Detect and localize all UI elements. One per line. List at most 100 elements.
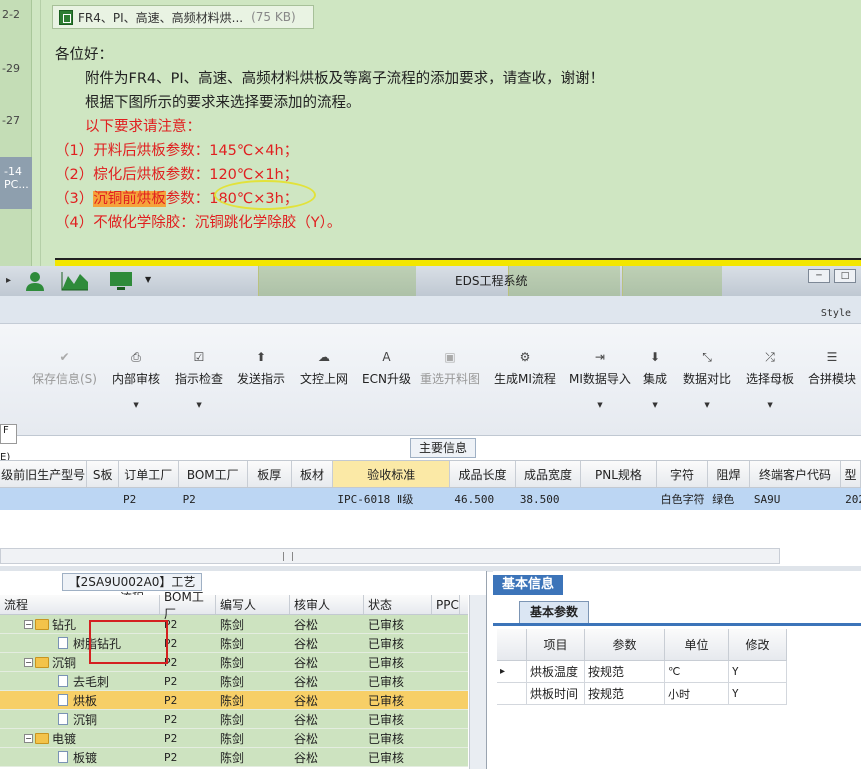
chevron-down-icon[interactable]: ▼ <box>175 401 223 409</box>
ribbon-button-shuffle[interactable]: ⤮ 选择母板 ▼ <box>746 350 794 409</box>
tree-row[interactable]: 树脂钻孔 P2 陈剑 谷松 已审核 <box>0 634 468 653</box>
tab-basic-info[interactable]: 基本信息 <box>493 575 563 595</box>
collapse-icon[interactable]: − <box>24 619 33 629</box>
ghost-column <box>622 266 722 296</box>
ribbon-button-label: 数据对比 <box>683 372 732 386</box>
column-header[interactable]: 型 <box>841 461 861 487</box>
column-header[interactable]: 流程 <box>0 595 160 614</box>
param-cell[interactable]: 按规范 <box>585 683 665 705</box>
chevron-down-icon[interactable]: ▼ <box>569 401 631 409</box>
process-tree-grid: 流程 BOM工厂 编写人 核审人 状态 PPC − 钻孔 P2 陈剑 谷松 已审核 树脂钻孔 P2 陈剑谷… <box>0 590 468 767</box>
red-box-annotation <box>89 620 168 664</box>
left-field[interactable]: F <box>0 424 17 444</box>
horizontal-scrollbar[interactable] <box>0 548 780 564</box>
column-header[interactable] <box>497 629 527 661</box>
table-cell <box>248 488 292 510</box>
tree-row[interactable]: − 钻孔 P2 陈剑 谷松 已审核 <box>0 615 468 634</box>
param-row[interactable]: 烘板时间 按规范 小时 Y <box>497 683 807 705</box>
tree-row[interactable]: − 电镀 P2 陈剑 谷松 已审核 <box>0 729 468 748</box>
tree-row[interactable]: 去毛刺 P2 陈剑 谷松 已审核 <box>0 672 468 691</box>
column-header[interactable]: 修改 <box>729 629 787 661</box>
column-header[interactable]: 终端客户代码 <box>750 461 842 487</box>
ribbon-button-ecn[interactable]: A ECN升级 <box>362 350 411 387</box>
ribbon-button-checklist[interactable]: ☑ 指示检查 ▼ <box>175 350 223 409</box>
table-cell: SA9U <box>753 492 781 506</box>
user-icon[interactable] <box>24 270 46 292</box>
column-header[interactable]: 参数 <box>585 629 665 661</box>
column-header[interactable]: PPC <box>432 595 460 614</box>
column-header[interactable]: 编写人 <box>216 595 290 614</box>
ribbon-button-upload[interactable]: ⬆ 发送指示 <box>237 350 285 387</box>
ribbon-button-download[interactable]: ⬇ 集成 ▼ <box>643 350 667 409</box>
ribbon-button-label: 发送指示 <box>237 372 286 386</box>
column-header[interactable]: 成品长度 <box>450 461 516 487</box>
column-header[interactable]: BOM工厂 <box>160 590 216 621</box>
ribbon-button-label: 选择母板 <box>746 372 795 386</box>
vertical-scrollbar[interactable] <box>469 595 486 769</box>
bom-factory-cell: P2 <box>164 617 178 631</box>
email-body: 2-2 -29 -27 -14 PC... FR4、PI、高速、高频材料烘...… <box>0 0 861 268</box>
column-header[interactable]: 字符 <box>657 461 709 487</box>
maximize-button[interactable]: □ <box>834 269 856 283</box>
tree-row[interactable]: 烘板 P2 陈剑 谷松 已审核 <box>0 691 468 710</box>
table-row[interactable]: P2 P2 IPC-6018 Ⅱ级 46.500 38.500 白色字符绿色 SA9U 202… <box>0 488 861 510</box>
chevron-down-icon[interactable]: ▼ <box>112 401 160 409</box>
tree-row[interactable]: − 沉铜 P2 陈剑 谷松 已审核 <box>0 653 468 672</box>
column-header[interactable]: 板材 <box>292 461 334 487</box>
column-header[interactable]: 状态 <box>364 595 432 614</box>
writer-cell: 陈剑 <box>220 712 245 727</box>
ribbon-button-image[interactable]: ▣ 重选开料图 <box>420 350 480 387</box>
column-header[interactable]: 项目 <box>527 629 585 661</box>
column-header[interactable]: 订单工厂 <box>119 461 179 487</box>
req3-highlight: 沉铜前烘板 <box>93 191 166 207</box>
tree-row[interactable]: 沉铜 P2 陈剑 谷松 已审核 <box>0 710 468 729</box>
attachment-chip[interactable]: FR4、PI、高速、高频材料烘... (75 KB) <box>52 5 314 29</box>
tab-basic-params[interactable]: 基本参数 <box>519 601 589 623</box>
ppc-cell <box>432 691 460 709</box>
collapse-icon[interactable]: − <box>24 733 33 743</box>
reviewer-cell: 谷松 <box>294 636 319 651</box>
column-header[interactable]: 阻焊 <box>708 461 750 487</box>
grid-header: 级前旧生产型号 S板 订单工厂 BOM工厂 板厚 板材 验收标准 成品长度 成品宽度 PNL规格字… <box>0 460 861 488</box>
collapse-icon[interactable]: − <box>24 657 33 667</box>
monitor-icon[interactable] <box>108 270 134 292</box>
chevron-down-icon[interactable]: ▼ <box>643 401 667 409</box>
tree-row[interactable]: 板镀 P2 陈剑 谷松 已审核 <box>0 748 468 767</box>
column-header[interactable]: 单位 <box>665 629 729 661</box>
writer-cell: 陈剑 <box>220 636 245 651</box>
writer-cell: 陈剑 <box>220 693 245 708</box>
chevron-down-icon[interactable]: ▼ <box>746 401 794 409</box>
minimize-button[interactable]: ─ <box>808 269 830 283</box>
bom-factory-cell: P2 <box>164 712 178 726</box>
column-header[interactable]: PNL规格 <box>581 461 657 487</box>
param-cell[interactable]: 按规范 <box>585 661 665 683</box>
column-header[interactable]: 成品宽度 <box>516 461 582 487</box>
chevron-down-icon[interactable]: ▼ <box>683 401 731 409</box>
chart-icon[interactable] <box>60 270 90 292</box>
main-info-header[interactable]: 主要信息 <box>410 438 476 458</box>
ribbon-button-import[interactable]: ⇥ MI数据导入 ▼ <box>569 350 631 409</box>
modify-cell: Y <box>729 683 787 705</box>
scroll-grip[interactable] <box>283 552 293 561</box>
style-menu[interactable]: Style <box>821 308 851 319</box>
column-header[interactable]: 板厚 <box>248 461 292 487</box>
tree-item-label: 去毛刺 <box>73 674 110 689</box>
column-header[interactable]: 验收标准 <box>333 461 451 487</box>
ribbon-button-check[interactable]: ✔ 保存信息(S) <box>32 350 97 387</box>
chevron-down-icon[interactable]: ▼ <box>145 275 167 297</box>
ribbon-button-gears[interactable]: ⚙ 生成MI流程 <box>494 350 556 387</box>
column-header[interactable]: S板 <box>87 461 120 487</box>
param-row[interactable]: ▸ 烘板温度 按规范 ℃ Y <box>497 661 807 683</box>
column-header[interactable]: 级前旧生产型号 <box>0 461 88 487</box>
grid-header: 流程 BOM工厂 编写人 核审人 状态 PPC <box>0 590 468 621</box>
column-header[interactable]: 核审人 <box>290 595 364 614</box>
ribbon-button-printer[interactable]: ⎙ 内部审核 ▼ <box>112 350 160 409</box>
row-indicator: ▸ <box>497 661 527 683</box>
ribbon-button-cloud-upload[interactable]: ☁ 文控上网 <box>300 350 348 387</box>
ppc-cell <box>432 653 460 671</box>
selected-mail-item[interactable]: -14 PC... <box>0 157 32 209</box>
column-header[interactable]: BOM工厂 <box>179 461 248 487</box>
ribbon-button-compare[interactable]: ⤡ 数据对比 ▼ <box>683 350 731 409</box>
document-icon <box>58 751 68 763</box>
ribbon-button-list[interactable]: ☰ 合拼模块 <box>808 350 856 387</box>
